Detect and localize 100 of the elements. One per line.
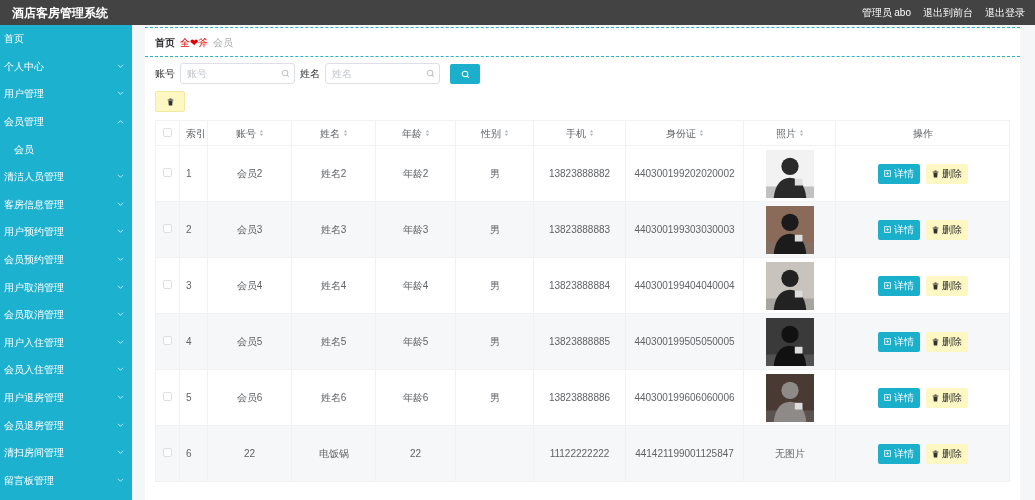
trash-icon: [166, 97, 174, 106]
column-header: 索引: [186, 126, 206, 141]
table-cell: 会员5: [236, 336, 263, 347]
search-icon: [461, 69, 469, 78]
table-cell: 6: [186, 448, 192, 459]
table-cell: 3: [186, 280, 192, 291]
trash-icon: [931, 449, 939, 458]
table-cell: 22: [409, 448, 422, 459]
sidebar-item[interactable]: 会员取消管理: [0, 300, 132, 329]
sidebar-item[interactable]: 首页: [0, 25, 132, 53]
checkbox[interactable]: [163, 168, 172, 177]
trash-icon: [931, 169, 939, 178]
delete-button[interactable]: 删除: [925, 387, 968, 408]
table-cell: 22: [243, 448, 256, 459]
edit-icon: [883, 394, 891, 401]
sidebar-item[interactable]: 个人中心: [0, 52, 132, 81]
details-button[interactable]: 详情: [877, 443, 920, 464]
table-cell: 会员6: [236, 392, 263, 403]
delete-button[interactable]: 删除: [925, 443, 968, 464]
search-icon: [426, 69, 434, 77]
table-cell: 1: [186, 168, 192, 179]
sidebar-item[interactable]: 会员预约管理: [0, 245, 132, 274]
column-header[interactable]: 手机: [565, 125, 594, 141]
trash-icon: [931, 393, 939, 402]
checkbox[interactable]: [163, 280, 172, 289]
checkbox[interactable]: [163, 336, 172, 345]
edit-icon: [883, 226, 891, 233]
breadcrumb-separator: 全❤斧: [180, 35, 208, 50]
sidebar-item[interactable]: 用户预约管理: [0, 218, 132, 246]
table-cell: 会员2: [236, 168, 263, 179]
checkbox[interactable]: [163, 448, 172, 457]
table-cell: 2: [186, 224, 192, 235]
details-button[interactable]: 详情: [877, 387, 920, 408]
sidebar-item[interactable]: 用户退房管理: [0, 383, 132, 412]
table-cell: 姓名4: [320, 280, 347, 291]
sidebar-subitem[interactable]: 会员: [0, 135, 132, 163]
header-link[interactable]: 管理员 abo: [861, 5, 911, 20]
table-cell: 会员3: [236, 224, 263, 235]
table-cell: 440300199303030003: [634, 224, 735, 235]
table-cell: 440300199606060006: [634, 392, 735, 403]
table-cell: 13823888883: [548, 224, 611, 235]
sidebar-item[interactable]: 用户取消管理: [0, 273, 132, 301]
breadcrumb-link[interactable]: 首页: [155, 34, 175, 50]
table-cell: 年龄3: [402, 224, 429, 235]
search-button[interactable]: [450, 63, 480, 84]
checkbox[interactable]: [163, 392, 172, 401]
sidebar-item[interactable]: 会员退房管理: [0, 411, 132, 439]
sidebar-item[interactable]: 会员管理: [0, 107, 132, 136]
table-cell: 无图片: [774, 448, 805, 459]
trash-icon: [931, 281, 939, 290]
delete-button[interactable]: [155, 91, 185, 112]
delete-button[interactable]: 删除: [925, 219, 968, 240]
table-cell: 男: [489, 224, 500, 235]
table-cell: 11122222222: [549, 448, 610, 459]
sidebar-item[interactable]: 用户入住管理: [0, 328, 132, 357]
table-cell: 姓名6: [320, 392, 347, 403]
table-cell: 13823888886: [548, 392, 611, 403]
delete-button[interactable]: 删除: [925, 275, 968, 296]
table-cell: 年龄2: [402, 168, 429, 179]
table-cell: 年龄6: [402, 392, 429, 403]
sidebar-item[interactable]: 清扫房间管理: [0, 438, 132, 467]
details-button[interactable]: 详情: [877, 163, 920, 184]
edit-icon: [883, 450, 891, 457]
checkbox[interactable]: [163, 127, 172, 137]
sidebar-item[interactable]: 用户管理: [0, 80, 132, 108]
trash-icon: [931, 225, 939, 234]
header-link[interactable]: 退出到前台: [923, 5, 973, 20]
table-cell: 姓名3: [320, 224, 347, 235]
column-header[interactable]: 照片: [775, 125, 804, 141]
sidebar-item[interactable]: 客房信息管理: [0, 190, 132, 219]
delete-button[interactable]: 删除: [925, 163, 968, 184]
trash-icon: [931, 337, 939, 346]
checkbox[interactable]: [163, 224, 172, 233]
details-button[interactable]: 详情: [877, 275, 920, 296]
sidebar-item[interactable]: 清洁人员管理: [0, 162, 132, 191]
table-cell: 男: [489, 168, 500, 179]
table-cell: 5: [186, 392, 192, 403]
column-header: 操作: [912, 126, 933, 141]
header-link[interactable]: 退出登录: [985, 5, 1025, 20]
field-label: 账号: [155, 67, 175, 81]
sidebar-item[interactable]: 会员入住管理: [0, 356, 132, 384]
edit-icon: [883, 282, 891, 289]
table-cell: 4: [186, 336, 192, 347]
details-button[interactable]: 详情: [877, 219, 920, 240]
sidebar-item[interactable]: 留言板管理: [0, 466, 132, 495]
table-cell: 441421199001125847: [635, 448, 734, 459]
details-button[interactable]: 详情: [877, 331, 920, 352]
table-cell: 13823888885: [548, 336, 611, 347]
table-cell: 姓名2: [320, 168, 347, 179]
table-cell: 13823888882: [548, 168, 611, 179]
table-cell: 440300199404040004: [634, 280, 735, 291]
table-cell: 男: [489, 280, 500, 291]
table-cell: 13823888884: [548, 280, 611, 291]
edit-icon: [883, 170, 891, 177]
delete-button[interactable]: 删除: [925, 331, 968, 352]
table-cell: 年龄5: [402, 336, 429, 347]
field-label: 姓名: [300, 67, 320, 81]
breadcrumb-current: 会员: [213, 35, 233, 50]
app-title: 酒店客房管理系统: [12, 4, 108, 22]
table-cell: 姓名5: [320, 336, 347, 347]
